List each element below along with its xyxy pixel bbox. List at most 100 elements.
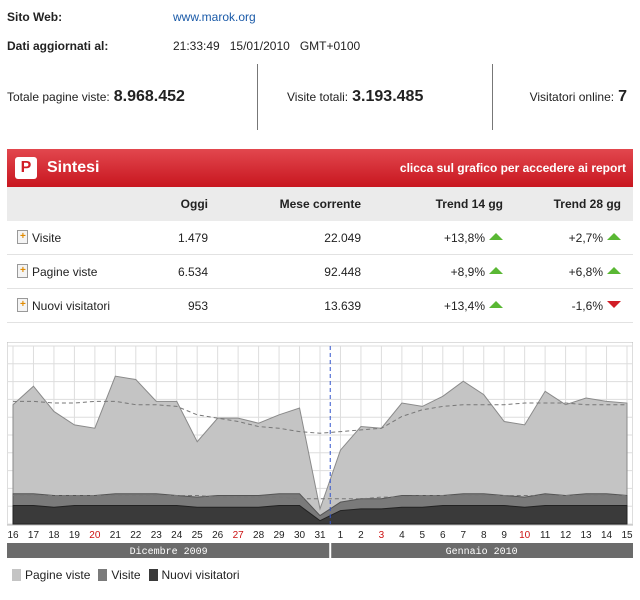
tick-label: 7 xyxy=(460,530,466,541)
tick-label: 20 xyxy=(89,530,101,541)
tick-label: 5 xyxy=(420,530,426,541)
add-report-icon[interactable] xyxy=(17,298,28,312)
total-pages-label: Totale pagine viste: xyxy=(7,90,110,104)
month-label: Gennaio 2010 xyxy=(446,546,518,558)
tick-label: 29 xyxy=(274,530,286,541)
add-report-icon[interactable] xyxy=(17,230,28,244)
add-report-icon[interactable] xyxy=(17,264,28,278)
summary-title: Sintesi xyxy=(47,159,100,176)
trend28-value: +6,8% xyxy=(568,265,603,279)
legend-item: Visite xyxy=(98,568,141,582)
col-trend28: Trend 28 gg xyxy=(553,197,621,211)
report-link[interactable]: clicca sul grafico per accedere ai repor… xyxy=(400,161,626,175)
updated-value: 21:33:49 15/01/2010 GMT+0100 xyxy=(173,39,360,53)
table-header: Oggi Mese corrente Trend 14 gg Trend 28 … xyxy=(7,187,633,221)
month-label: Dicembre 2009 xyxy=(130,546,208,558)
trend-up-icon xyxy=(607,267,621,274)
updated-time: 21:33:49 xyxy=(173,39,220,53)
tick-label: 25 xyxy=(192,530,204,541)
trend28-cell: +2,7% xyxy=(569,221,621,255)
tick-label: 13 xyxy=(581,530,593,541)
tick-label: 8 xyxy=(481,530,487,541)
today-value: 1.479 xyxy=(177,231,208,245)
traffic-chart[interactable]: 16 17 18 19 20 21 22 23 24 25 26 27 28 29 30 31 1 2 3 4 5 6 7 8… xyxy=(6,341,634,560)
stat-online: Visitatori online: 7 xyxy=(530,64,627,130)
month-value: 22.049 xyxy=(324,231,361,245)
updated-row: Dati aggiornati al: 21:33:49 15/01/2010 … xyxy=(7,39,607,55)
site-row: Sito Web: www.marok.org xyxy=(7,10,607,26)
logo-icon: P xyxy=(15,157,37,179)
row-label[interactable]: Visite xyxy=(32,231,61,245)
col-month: Mese corrente xyxy=(279,197,361,211)
trend14-value: +13,8% xyxy=(443,231,485,245)
month-value: 92.448 xyxy=(324,265,361,279)
row-label-cell: Visite xyxy=(17,221,61,255)
col-today: Oggi xyxy=(180,197,208,211)
tick-label: 11 xyxy=(540,530,551,541)
legend-swatch xyxy=(98,569,108,581)
tick-label: 3 xyxy=(379,530,385,541)
tick-label: 21 xyxy=(110,530,122,541)
tick-label: 23 xyxy=(151,530,163,541)
trend28-cell: -1,6% xyxy=(572,289,621,323)
site-label: Sito Web: xyxy=(7,10,63,24)
tick-label: 10 xyxy=(519,530,531,541)
trend-down-icon xyxy=(607,301,621,308)
trend28-cell: +6,8% xyxy=(569,255,621,289)
online-value: 7 xyxy=(618,88,627,105)
row-label-cell: Nuovi visitatori xyxy=(17,289,110,323)
row-label-cell: Pagine viste xyxy=(17,255,97,289)
total-pages-value: 8.968.452 xyxy=(113,88,185,105)
legend-label: Pagine viste xyxy=(25,568,91,582)
trend28-value: +2,7% xyxy=(568,231,603,245)
tick-label: 4 xyxy=(399,530,405,541)
trend-up-icon xyxy=(489,267,503,274)
updated-tz: GMT+0100 xyxy=(299,39,361,53)
stat-total-pages: Totale pagine viste: 8.968.452 xyxy=(7,64,185,130)
trend14-cell: +8,9% xyxy=(451,255,503,289)
table-row[interactable]: Nuovi visitatori 953 13.639 +13,4% -1,6% xyxy=(7,289,633,323)
tick-label: 30 xyxy=(294,530,306,541)
row-label[interactable]: Pagine viste xyxy=(32,265,97,279)
trend14-value: +8,9% xyxy=(450,265,485,279)
tick-label: 2 xyxy=(358,530,364,541)
stat-divider xyxy=(492,64,493,130)
tick-label: 19 xyxy=(69,530,81,541)
trend14-cell: +13,4% xyxy=(444,289,503,323)
total-visits-value: 3.193.485 xyxy=(352,88,424,105)
tick-label: 15 xyxy=(621,530,633,541)
stat-total-visits: Visite totali: 3.193.485 xyxy=(287,64,423,130)
legend-swatch xyxy=(12,569,21,581)
row-label[interactable]: Nuovi visitatori xyxy=(32,299,110,313)
summary-header: P Sintesi clicca sul grafico per acceder… xyxy=(7,149,633,187)
trend14-cell: +13,8% xyxy=(444,221,503,255)
legend-label: Nuovi visitatori xyxy=(161,568,240,582)
today-value: 953 xyxy=(187,299,208,313)
tick-label: 14 xyxy=(601,530,613,541)
updated-label: Dati aggiornati al: xyxy=(7,39,109,53)
tick-label: 26 xyxy=(212,530,224,541)
tick-label: 28 xyxy=(253,530,265,541)
legend-item: Nuovi visitatori xyxy=(148,568,240,582)
table-row[interactable]: Pagine viste 6.534 92.448 +8,9% +6,8% xyxy=(7,255,633,289)
tick-label: 12 xyxy=(560,530,572,541)
tick-label: 27 xyxy=(233,530,245,541)
site-url-link[interactable]: www.marok.org xyxy=(173,10,256,24)
tick-label: 16 xyxy=(7,530,19,541)
col-trend14: Trend 14 gg xyxy=(435,197,503,211)
tick-label: 24 xyxy=(171,530,183,541)
tick-label: 18 xyxy=(48,530,60,541)
tick-label: 22 xyxy=(130,530,142,541)
legend-swatch xyxy=(148,569,158,581)
traffic-chart-svg[interactable]: 16 17 18 19 20 21 22 23 24 25 26 27 28 29 30 31 1 2 3 4 5 6 7 8… xyxy=(6,341,634,560)
table-row[interactable]: Visite 1.479 22.049 +13,8% +2,7% xyxy=(7,221,633,255)
tick-label: 9 xyxy=(501,530,507,541)
online-label: Visitatori online: xyxy=(529,90,615,104)
legend-item: Pagine viste xyxy=(12,568,90,582)
month-value: 13.639 xyxy=(324,299,361,313)
tick-label: 1 xyxy=(338,530,344,541)
tick-label: 17 xyxy=(28,530,40,541)
trend-up-icon xyxy=(489,233,503,240)
total-visits-label: Visite totali: xyxy=(287,90,349,104)
trend14-value: +13,4% xyxy=(443,299,485,313)
